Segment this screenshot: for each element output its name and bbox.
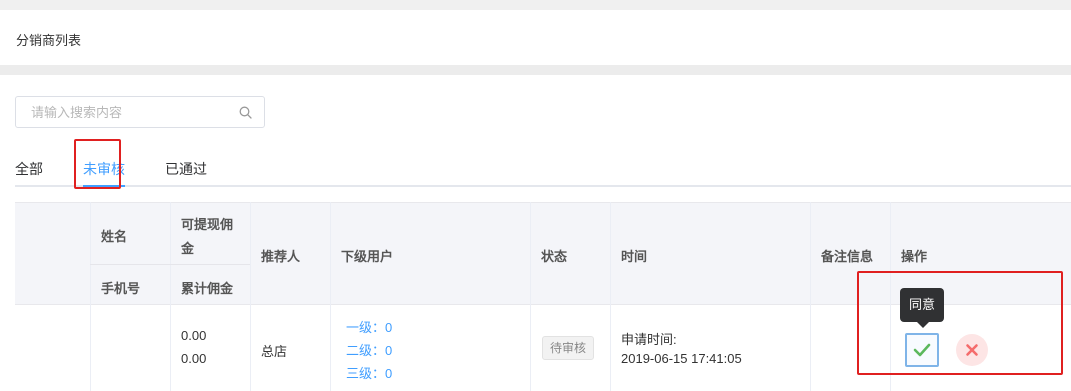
tooltip-arrow	[917, 322, 929, 328]
agree-button[interactable]	[905, 333, 939, 367]
subordinate-level1-link[interactable]: 一级：0	[346, 317, 392, 336]
header-accumulated: 累计佣金	[181, 281, 234, 296]
column-divider	[610, 202, 611, 391]
header-remark: 备注信息	[821, 249, 874, 264]
check-icon	[913, 343, 931, 357]
header-subdivider	[90, 264, 250, 265]
status-tabs: 全部 未审核 已通过	[15, 150, 1071, 187]
header-status: 状态	[541, 249, 568, 264]
column-divider	[530, 202, 531, 391]
tab-approved[interactable]: 已通过	[165, 159, 207, 179]
search-input[interactable]	[31, 103, 231, 121]
page-title: 分销商列表	[16, 33, 82, 48]
close-icon	[966, 344, 978, 356]
subordinate-level3-link[interactable]: 三级：0	[346, 363, 392, 382]
header-withdrawable-line2: 金	[181, 241, 195, 256]
header-phone: 手机号	[101, 281, 141, 296]
page-header: 分销商列表	[0, 10, 1071, 65]
agree-tooltip: 同意	[900, 288, 944, 322]
tab-all[interactable]: 全部	[15, 159, 43, 179]
tab-unreviewed[interactable]: 未审核	[83, 159, 125, 179]
column-divider	[250, 202, 251, 391]
header-time: 时间	[621, 249, 648, 264]
subordinate-level2-link[interactable]: 二级：0	[346, 340, 392, 359]
header-referrer: 推荐人	[261, 249, 301, 264]
column-divider	[810, 202, 811, 391]
header-subordinates: 下级用户	[341, 249, 394, 264]
search-icon[interactable]	[239, 106, 252, 119]
column-divider	[890, 202, 891, 391]
status-badge: 待审核	[542, 336, 594, 360]
cell-time-label: 申请时间:	[621, 332, 677, 347]
search-box	[15, 96, 265, 128]
cell-referrer: 总店	[261, 344, 288, 359]
cell-accumulated: 0.00	[181, 351, 207, 366]
header-withdrawable-line1: 可提现佣	[181, 217, 234, 232]
header-name: 姓名	[101, 229, 128, 244]
column-divider	[330, 202, 331, 391]
header-actions: 操作	[901, 249, 928, 264]
reject-button[interactable]	[956, 334, 988, 366]
column-divider	[90, 202, 91, 391]
cell-withdrawable: 0.00	[181, 328, 207, 343]
top-strip	[0, 0, 1071, 10]
active-tab-underline	[83, 185, 125, 187]
cell-time-value: 2019-06-15 17:41:05	[621, 351, 742, 366]
section-divider	[0, 65, 1071, 75]
column-divider	[170, 202, 171, 391]
